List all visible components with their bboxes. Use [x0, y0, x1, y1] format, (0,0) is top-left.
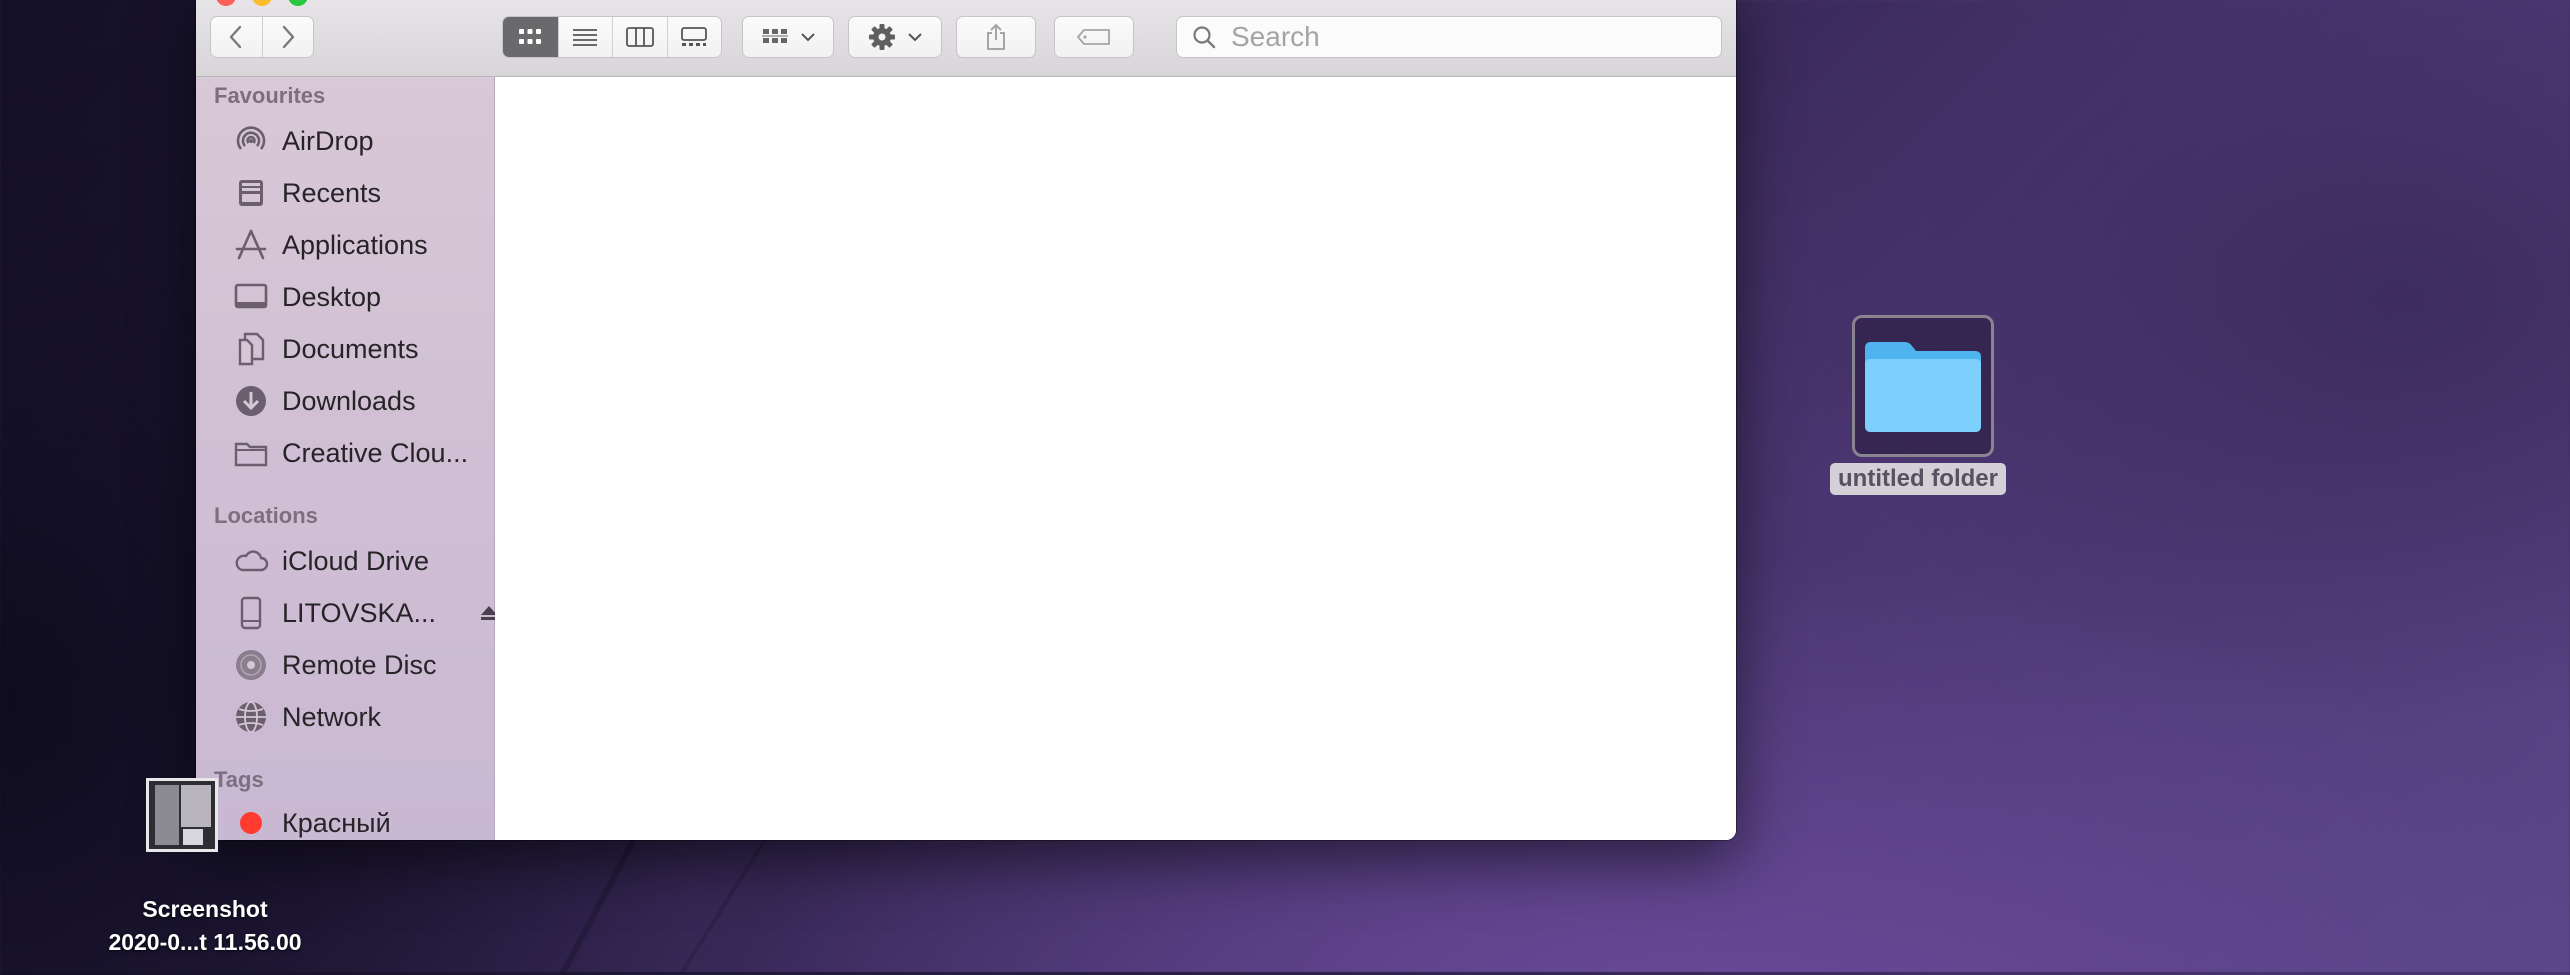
minimize-window-button[interactable] — [252, 0, 272, 6]
sidebar-item-applications[interactable]: Applications — [232, 223, 482, 267]
share-button[interactable] — [956, 16, 1036, 58]
sidebar-item-label: Recents — [282, 177, 382, 208]
back-button[interactable] — [211, 17, 262, 57]
sidebar-item-label: Downloads — [282, 385, 416, 416]
chevron-down-icon — [908, 33, 922, 42]
chevron-right-icon — [282, 25, 294, 49]
sidebar-item-airdrop[interactable]: AirDrop — [232, 119, 482, 163]
sidebar-item-label: Creative Clou... — [282, 437, 469, 468]
search-placeholder: Search — [1231, 21, 1320, 52]
tag-icon — [1077, 29, 1110, 45]
gallery-view-button[interactable] — [666, 17, 722, 57]
column-view-icon — [625, 27, 654, 47]
sidebar-item-label: Красный — [282, 807, 391, 838]
sidebar-item-network[interactable]: Network — [232, 695, 482, 739]
screenshot-label-line2: 2020-0...t 11.56.00 — [108, 929, 302, 955]
sidebar-item-label: Network — [282, 701, 382, 732]
finder-sidebar: Favourites AirDrop Recents Applications … — [196, 77, 497, 840]
documents-icon — [232, 330, 270, 368]
applications-icon — [232, 226, 270, 264]
airdrop-icon — [232, 122, 270, 160]
list-view-icon — [573, 29, 598, 46]
disc-icon — [232, 646, 270, 684]
network-icon — [232, 698, 270, 736]
zoom-window-button[interactable] — [288, 0, 308, 6]
sidebar-item-label: Applications — [282, 229, 428, 260]
sidebar-item-desktop[interactable]: Desktop — [232, 275, 482, 319]
edit-tags-button[interactable] — [1054, 16, 1134, 58]
view-mode-selector — [502, 16, 722, 58]
sidebar-item-creative-cloud[interactable]: Creative Clou... — [232, 431, 482, 475]
sidebar-item-downloads[interactable]: Downloads — [232, 379, 482, 423]
action-menu-button[interactable] — [848, 16, 942, 58]
icon-view-button[interactable] — [503, 17, 558, 57]
desktop-screenshot-label[interactable]: Screenshot 2020-0...t 11.56.00 — [60, 893, 350, 959]
group-grid-icon — [762, 29, 788, 43]
downloads-icon — [232, 382, 270, 420]
drive-icon — [232, 594, 270, 632]
column-view-button[interactable] — [612, 17, 667, 57]
sidebar-item-label: AirDrop — [282, 125, 374, 156]
sidebar-item-tag-red[interactable]: Красный — [232, 801, 482, 840]
gallery-view-icon — [681, 27, 708, 46]
forward-button[interactable] — [261, 17, 314, 57]
favourites-heading: Favourites — [214, 83, 326, 108]
desktop-folder-untitled[interactable] — [1852, 315, 1994, 457]
desktop-icon — [232, 278, 270, 316]
folder-icon — [1865, 342, 1981, 432]
desktop-screenshot-thumbnail[interactable] — [146, 778, 218, 852]
sidebar-item-recents[interactable]: Recents — [232, 171, 482, 215]
group-by-button[interactable] — [742, 16, 834, 58]
sidebar-item-label: Documents — [282, 333, 419, 364]
icon-view-icon — [519, 29, 542, 44]
recents-icon — [232, 174, 270, 212]
screenshot-label-line1: Screenshot — [142, 896, 268, 922]
folder-icon — [232, 434, 270, 472]
sidebar-item-label: Desktop — [282, 281, 382, 312]
sidebar-item-remote-disc[interactable]: Remote Disc — [232, 643, 482, 687]
locations-heading: Locations — [214, 503, 318, 528]
tags-heading: Tags — [214, 767, 264, 792]
chevron-left-icon — [230, 25, 242, 49]
sidebar-item-label: Remote Disc — [282, 649, 437, 680]
red-tag-icon — [232, 804, 270, 840]
icloud-icon — [232, 542, 270, 580]
sidebar-item-documents[interactable]: Documents — [232, 327, 482, 371]
finder-window: Search Favourites AirDrop Recents Applic… — [196, 0, 1736, 840]
search-field[interactable]: Search — [1176, 16, 1722, 58]
chevron-down-icon — [801, 33, 815, 42]
share-icon — [987, 23, 1005, 50]
sidebar-item-external-drive[interactable]: LITOVSKA... — [232, 591, 497, 635]
screenshot-preview-icon — [149, 781, 215, 849]
list-view-button[interactable] — [557, 17, 613, 57]
sidebar-item-icloud-drive[interactable]: iCloud Drive — [232, 539, 482, 583]
gear-icon — [869, 24, 895, 50]
desktop-folder-label[interactable]: untitled folder — [1830, 463, 2006, 495]
search-icon — [1193, 26, 1216, 49]
sidebar-item-label: iCloud Drive — [282, 545, 430, 576]
finder-toolbar: Search — [196, 0, 1736, 77]
finder-content-area[interactable] — [495, 77, 1736, 840]
sidebar-item-label: LITOVSKA... — [282, 597, 437, 628]
navigation-group — [210, 16, 314, 58]
close-window-button[interactable] — [216, 0, 236, 6]
